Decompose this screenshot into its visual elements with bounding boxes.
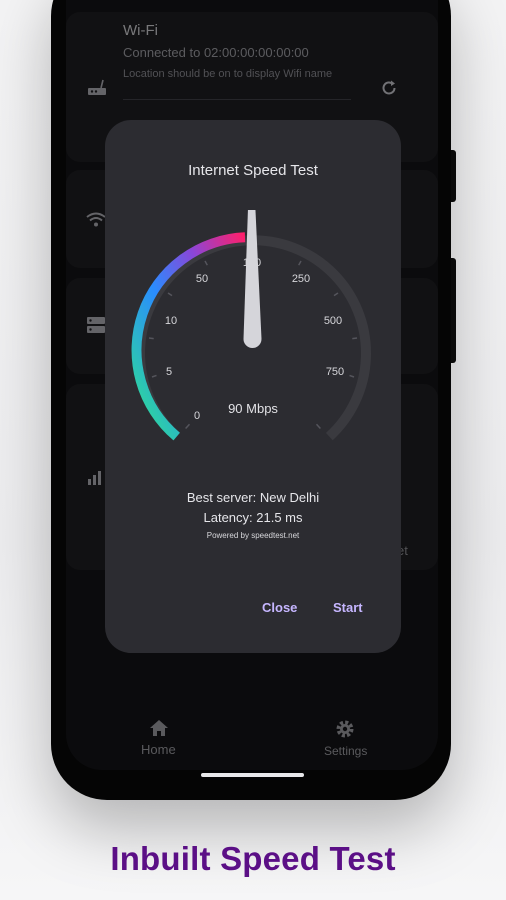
speed-test-dialog: Internet Speed Test 0 5 10 50 250 500 75… [105, 120, 401, 653]
best-server-text: Best server: New Delhi [186, 490, 320, 505]
dialog-title: Internet Speed Test [188, 162, 318, 179]
powered-by-text: Powered by speedtest.net [206, 531, 300, 540]
start-button[interactable]: Start [333, 600, 363, 615]
gauge-label-0: 0 [194, 410, 200, 422]
latency-text: Latency: 21.5 ms [203, 510, 303, 525]
gauge-label-10: 10 [165, 315, 177, 327]
gauge-label-750: 750 [326, 366, 344, 378]
gauge-label-50: 50 [196, 273, 208, 285]
phone-side-button [451, 150, 456, 202]
phone-side-button [451, 258, 456, 363]
speed-reading: 90 Mbps [228, 401, 278, 416]
promo-caption: Inbuilt Speed Test [110, 840, 396, 877]
gauge-label-5: 5 [166, 366, 172, 378]
gauge-needle [243, 210, 262, 348]
speedometer-gauge: 0 5 10 50 100 250 500 750 90 Mbps [131, 210, 371, 441]
close-button[interactable]: Close [262, 600, 297, 615]
home-indicator [201, 773, 304, 777]
gauge-label-250: 250 [292, 273, 310, 285]
gauge-label-500: 500 [324, 315, 342, 327]
